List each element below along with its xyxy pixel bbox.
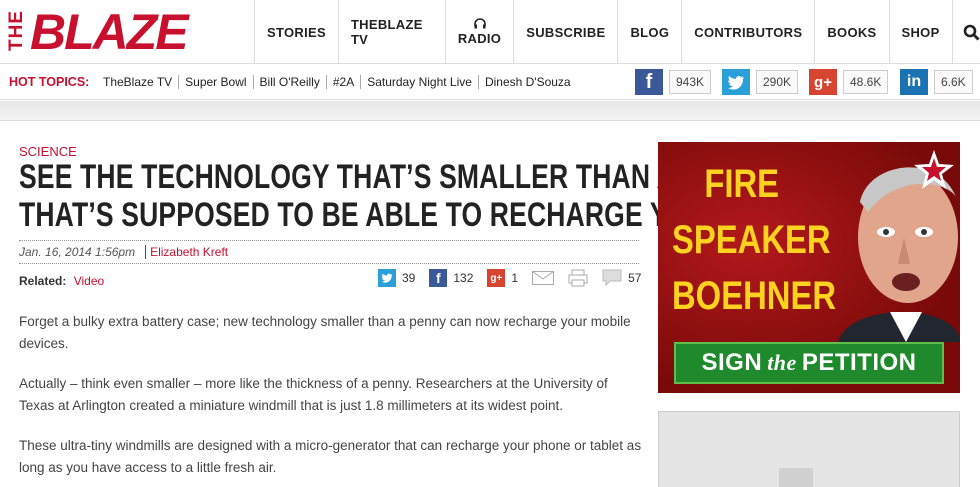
nav-label: BOOKS (827, 24, 877, 40)
hot-topic-link[interactable]: Dinesh D'Souza (477, 75, 577, 89)
article-meta: Jan. 16, 2014 1:56pm Elizabeth Kreft (19, 240, 639, 264)
facebook-icon: f (429, 269, 448, 287)
sign-petition-button[interactable]: SIGN the PETITION (674, 342, 944, 384)
facebook-follow[interactable]: f 943K (635, 69, 712, 95)
googleplus-icon: g+ (487, 269, 506, 287)
headphones-icon (473, 18, 486, 29)
print-icon (568, 269, 588, 287)
article-paragraph: Forget a bulky extra battery case; new t… (19, 314, 631, 351)
twitter-share-count: 39 (402, 271, 416, 285)
nav-label: STORIES (267, 24, 326, 40)
twitter-icon (722, 69, 750, 95)
linkedin-count: 6.6K (934, 70, 973, 94)
twitter-count: 290K (756, 70, 799, 94)
site-header: THE BLAZE STORIES THEBLAZE TV RADIO SUBS… (0, 0, 980, 64)
nav-item-contributors[interactable]: CONTRIBUTORS (681, 0, 814, 64)
logo-the-text: THE (6, 10, 27, 51)
googleplus-icon: g+ (809, 69, 837, 95)
nav-label: SUBSCRIBE (526, 24, 606, 40)
petition-ad[interactable]: FIRE SPEAKER BOEHNER SIGN the PETITION (658, 142, 960, 393)
ad-button-text: SIGN (701, 349, 763, 376)
nav-item-books[interactable]: BOOKS (814, 0, 888, 64)
divider-band (0, 101, 980, 121)
comment-icon (602, 269, 622, 287)
comment-count: 57 (628, 271, 642, 285)
search-button[interactable] (951, 0, 980, 64)
nav-label: THEBLAZE TV (350, 17, 423, 47)
headline-line: THAT’S SUPPOSED TO BE ABLE TO RECHARGE Y… (19, 196, 830, 234)
print-button[interactable] (568, 269, 588, 287)
hot-topic-link[interactable]: #2A (325, 75, 360, 89)
googleplus-follow[interactable]: g+ 48.6K (809, 69, 889, 95)
headline-line: SEE THE TECHNOLOGY THAT’S SMALLER THAN A… (19, 158, 775, 196)
site-logo[interactable]: THE BLAZE (0, 0, 252, 64)
share-twitter[interactable]: 39 (378, 269, 415, 287)
ad-placeholder (658, 411, 960, 487)
googleplus-count: 48.6K (843, 70, 889, 94)
facebook-share-count: 132 (453, 271, 474, 285)
nav-item-subscribe[interactable]: SUBSCRIBE (513, 0, 617, 64)
related-links: Related: Video (19, 274, 104, 288)
article-paragraph: These ultra-tiny windmills are designed … (19, 438, 642, 475)
nav-label: CONTRIBUTORS (694, 24, 803, 40)
nav-label: BLOG (630, 24, 670, 40)
hot-topic-link[interactable]: Super Bowl (178, 75, 252, 89)
nav-item-theblaze-tv[interactable]: THEBLAZE TV (337, 0, 445, 64)
ad-line: BOEHNER (672, 274, 837, 318)
nav-label: SHOP (901, 24, 940, 40)
share-googleplus[interactable]: g+ 1 (487, 269, 518, 287)
star-logo-icon (914, 150, 954, 189)
nav-item-blog[interactable]: BLOG (617, 0, 681, 64)
nav-item-stories[interactable]: STORIES (254, 0, 338, 64)
share-bar: 39 f 132 g+ 1 57 (378, 268, 655, 288)
article-category[interactable]: SCIENCE (19, 144, 77, 159)
article-date: Jan. 16, 2014 1:56pm (19, 245, 136, 259)
hot-topic-link[interactable]: Bill O'Reilly (252, 75, 326, 89)
ad-button-text: the (767, 350, 797, 375)
related-label: Related: (19, 274, 67, 288)
nav-label: RADIO (457, 31, 502, 46)
nav-item-shop[interactable]: SHOP (888, 0, 952, 64)
main-nav: STORIES THEBLAZE TV RADIO SUBSCRIBE BLOG… (254, 0, 980, 64)
related-video-link[interactable]: Video (74, 274, 104, 288)
hot-topics-label: HOT TOPICS: (9, 75, 90, 89)
linkedin-follow[interactable]: in 6.6K (900, 69, 973, 95)
hot-topic-link[interactable]: TheBlaze TV (103, 75, 178, 89)
hot-topics-bar: HOT TOPICS: TheBlaze TV Super Bowl Bill … (0, 64, 980, 100)
linkedin-icon: in (900, 69, 928, 95)
twitter-follow[interactable]: 290K (722, 69, 799, 95)
ad-headline: FIRE SPEAKER BOEHNER (672, 156, 837, 324)
ad-button-text: PETITION (801, 349, 917, 376)
facebook-icon: f (635, 69, 663, 95)
article-headline: SEE THE TECHNOLOGY THAT’S SMALLER THAN A… (19, 158, 830, 234)
ad-line: SPEAKER (672, 218, 831, 262)
twitter-icon (378, 269, 396, 287)
nav-item-radio[interactable]: RADIO (444, 0, 513, 64)
article-author[interactable]: Elizabeth Kreft (145, 245, 228, 259)
ad-line: FIRE (704, 162, 780, 206)
email-icon (532, 271, 555, 285)
placeholder-icon (779, 468, 813, 487)
comments-link[interactable]: 57 (602, 269, 641, 287)
hot-topics-links: TheBlaze TV Super Bowl Bill O'Reilly #2A… (103, 75, 577, 89)
logo-blaze-text: BLAZE (30, 4, 189, 60)
googleplus-share-count: 1 (511, 271, 519, 285)
article-paragraph: Actually – think even smaller – more lik… (19, 376, 608, 413)
share-facebook[interactable]: f 132 (429, 269, 473, 287)
share-email[interactable] (532, 271, 555, 285)
facebook-count: 943K (669, 70, 712, 94)
hot-topic-link[interactable]: Saturday Night Live (360, 75, 478, 89)
logo-the: THE (6, 10, 28, 58)
search-icon (963, 24, 980, 41)
